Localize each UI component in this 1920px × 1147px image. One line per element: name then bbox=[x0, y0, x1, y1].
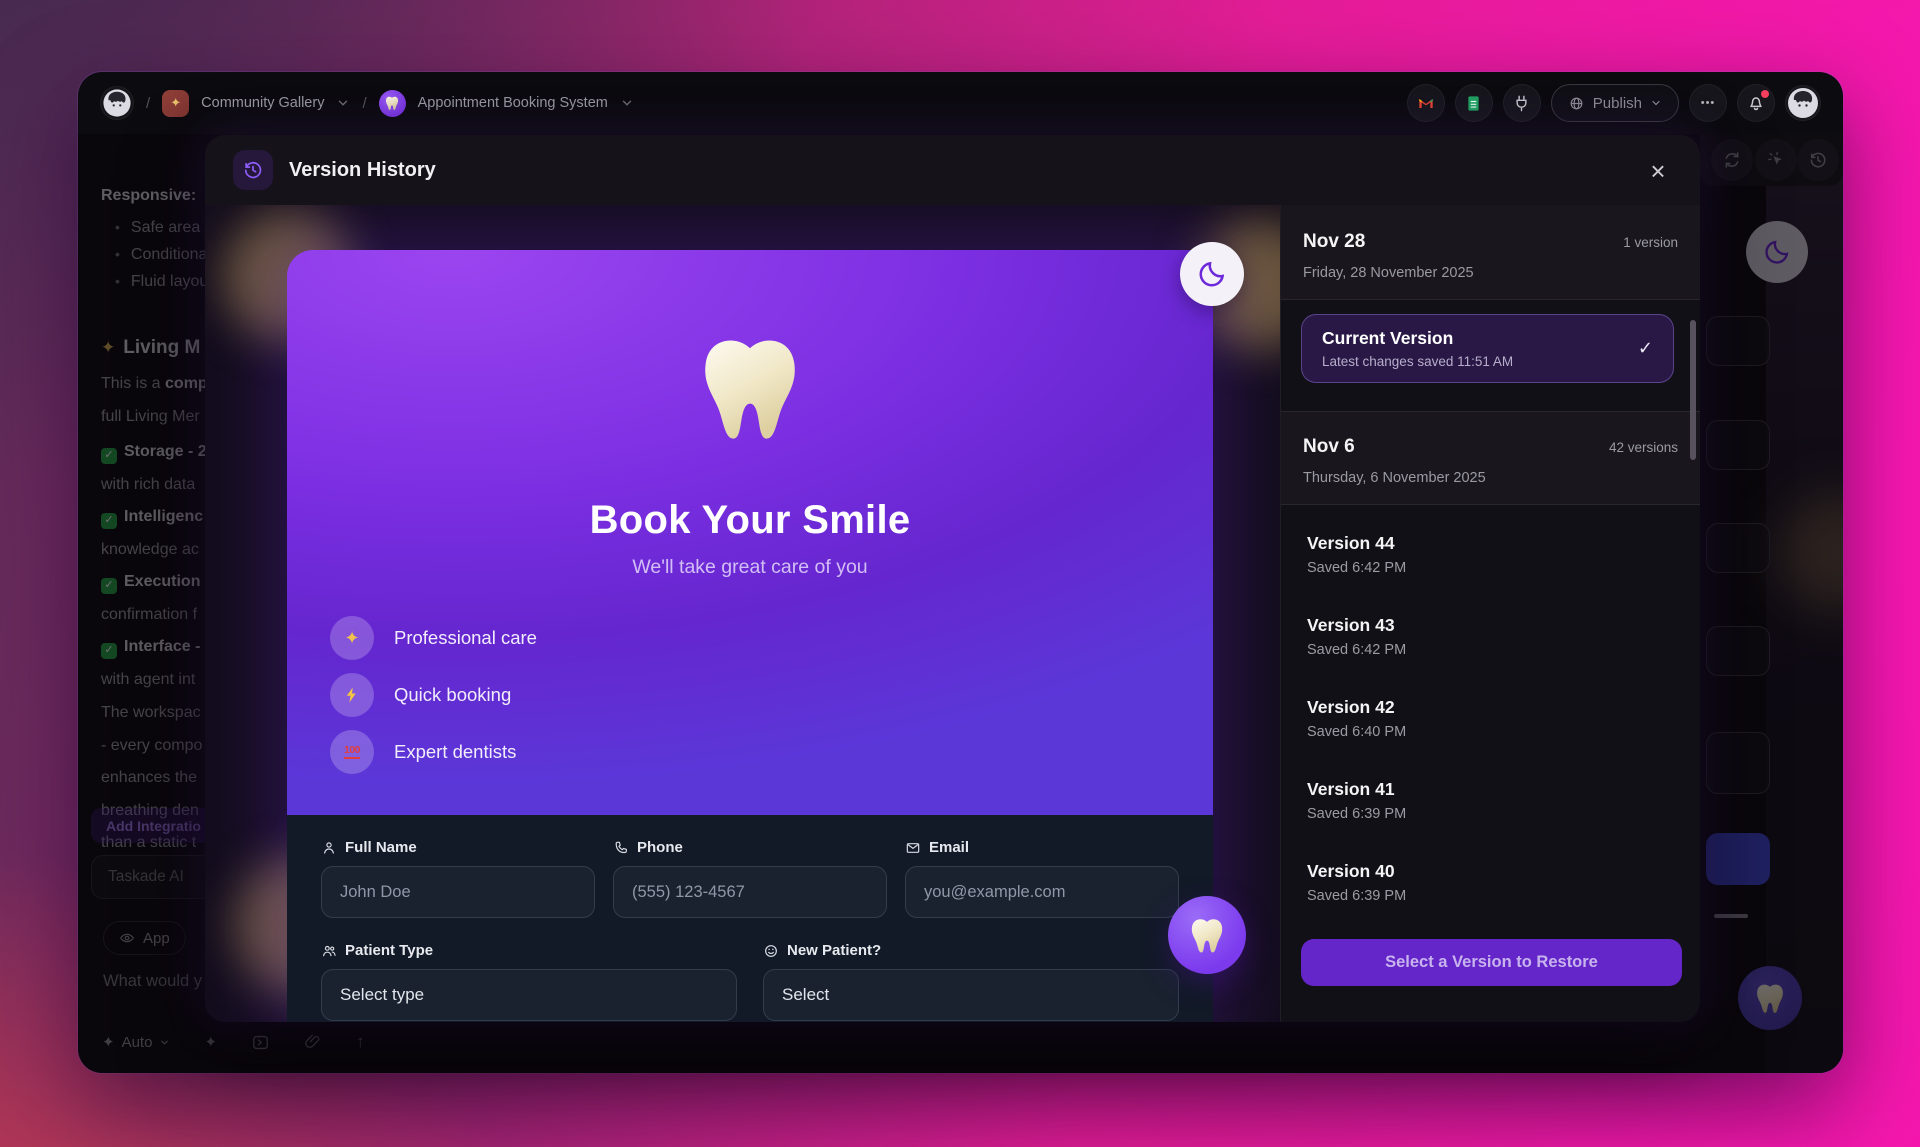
envelope-icon bbox=[905, 840, 921, 856]
modal-header: Version History × bbox=[205, 135, 1700, 205]
person-icon bbox=[321, 840, 337, 856]
sheets-integration-button[interactable] bbox=[1455, 84, 1493, 122]
user-avatar[interactable] bbox=[1785, 85, 1821, 121]
moon-icon bbox=[1197, 259, 1227, 289]
gmail-icon bbox=[1416, 93, 1436, 113]
globe-icon bbox=[1568, 95, 1585, 112]
booking-form: Full Name Phone bbox=[287, 815, 1213, 1022]
version-items: Version 44 Saved 6:42 PM Version 43 Save… bbox=[1281, 505, 1700, 915]
phone-label: Phone bbox=[613, 839, 887, 856]
close-button[interactable]: × bbox=[1642, 155, 1674, 187]
tooth-hero-image bbox=[691, 328, 809, 446]
check-icon: ✓ bbox=[1638, 338, 1653, 359]
bolt-icon bbox=[330, 673, 374, 717]
sparkles-icon: ✦ bbox=[330, 616, 374, 660]
patient-type-label: Patient Type bbox=[321, 942, 737, 959]
sheets-icon bbox=[1464, 94, 1483, 113]
breadcrumb-project[interactable]: Appointment Booking System bbox=[418, 95, 608, 111]
breadcrumb-separator: / bbox=[146, 95, 150, 112]
publish-button[interactable]: Publish bbox=[1551, 84, 1679, 122]
booking-card: Book Your Smile We'll take great care of… bbox=[287, 250, 1213, 1022]
workspace-logo-avatar[interactable] bbox=[100, 86, 134, 120]
avatar-sheep-icon bbox=[1787, 87, 1819, 119]
chevron-down-icon[interactable] bbox=[620, 96, 634, 110]
version-item[interactable]: Version 42 Saved 6:40 PM bbox=[1281, 669, 1700, 751]
preview-theme-toggle[interactable] bbox=[1180, 242, 1244, 306]
current-version-item[interactable]: Current Version Latest changes saved 11:… bbox=[1301, 314, 1674, 383]
hundred-icon: 100 bbox=[330, 730, 374, 774]
notification-badge bbox=[1761, 90, 1769, 98]
history-clock-icon bbox=[242, 159, 264, 181]
feature-list: ✦ Professional care Quick booking 100 Ex… bbox=[330, 616, 537, 774]
full-name-label: Full Name bbox=[321, 839, 595, 856]
booking-hero: Book Your Smile We'll take great care of… bbox=[287, 250, 1213, 815]
version-item[interactable]: Version 40 Saved 6:39 PM bbox=[1281, 833, 1700, 915]
feature-item: 100 Expert dentists bbox=[330, 730, 537, 774]
restore-version-button[interactable]: Select a Version to Restore bbox=[1301, 939, 1682, 986]
email-label: Email bbox=[905, 839, 1179, 856]
topbar-actions: Publish ••• bbox=[1407, 84, 1821, 122]
version-history-icon-chip bbox=[233, 150, 273, 190]
feature-item: ✦ Professional care bbox=[330, 616, 537, 660]
current-version-wrap: Current Version Latest changes saved 11:… bbox=[1281, 300, 1700, 411]
community-gallery-icon: ✦ bbox=[162, 90, 189, 117]
feature-item: Quick booking bbox=[330, 673, 537, 717]
version-item[interactable]: Version 43 Saved 6:42 PM bbox=[1281, 587, 1700, 669]
project-tooth-icon bbox=[379, 90, 406, 117]
breadcrumb-separator: / bbox=[362, 95, 366, 112]
chevron-down-icon[interactable] bbox=[336, 96, 350, 110]
booking-title: Book Your Smile bbox=[287, 498, 1213, 543]
version-item[interactable]: Version 41 Saved 6:39 PM bbox=[1281, 751, 1700, 833]
topbar: / ✦ Community Gallery / Appointment Book… bbox=[78, 72, 1843, 134]
phone-icon bbox=[613, 840, 629, 856]
sheep-logo-icon bbox=[102, 88, 132, 118]
scrollbar-thumb[interactable] bbox=[1690, 320, 1696, 460]
modal-title: Version History bbox=[289, 159, 436, 182]
gmail-integration-button[interactable] bbox=[1407, 84, 1445, 122]
breadcrumb-community-gallery[interactable]: Community Gallery bbox=[201, 95, 324, 111]
email-input[interactable] bbox=[905, 866, 1179, 918]
plugin-button[interactable] bbox=[1503, 84, 1541, 122]
booking-subtitle: We'll take great care of you bbox=[287, 556, 1213, 579]
publish-label: Publish bbox=[1593, 95, 1642, 112]
desktop-background: / ✦ Community Gallery / Appointment Book… bbox=[0, 0, 1920, 1147]
chevron-down-icon bbox=[1650, 97, 1662, 109]
notifications-button[interactable] bbox=[1737, 84, 1775, 122]
app-preview-pane: Book Your Smile We'll take great care of… bbox=[205, 205, 1280, 1022]
smiley-icon bbox=[763, 943, 779, 959]
people-icon bbox=[321, 943, 337, 959]
version-date-header: Nov 6 42 versions Thursday, 6 November 2… bbox=[1281, 411, 1700, 505]
phone-input[interactable] bbox=[613, 866, 887, 918]
tooth-icon bbox=[1187, 915, 1227, 955]
tooth-floating-button[interactable] bbox=[1168, 896, 1246, 974]
close-icon: × bbox=[1650, 156, 1665, 186]
new-patient-label: New Patient? bbox=[763, 942, 1179, 959]
ellipsis-icon: ••• bbox=[1701, 97, 1716, 109]
version-date-header: Nov 28 1 version Friday, 28 November 202… bbox=[1281, 205, 1700, 300]
plug-icon bbox=[1512, 94, 1531, 113]
full-name-input[interactable] bbox=[321, 866, 595, 918]
more-options-button[interactable]: ••• bbox=[1689, 84, 1727, 122]
version-history-modal: Version History × Book Your Smile We'll … bbox=[205, 135, 1700, 1022]
patient-type-select[interactable]: Select type bbox=[321, 969, 737, 1021]
new-patient-select[interactable]: Select bbox=[763, 969, 1179, 1021]
version-item[interactable]: Version 44 Saved 6:42 PM bbox=[1281, 505, 1700, 587]
version-list-pane: Nov 28 1 version Friday, 28 November 202… bbox=[1280, 205, 1700, 1022]
